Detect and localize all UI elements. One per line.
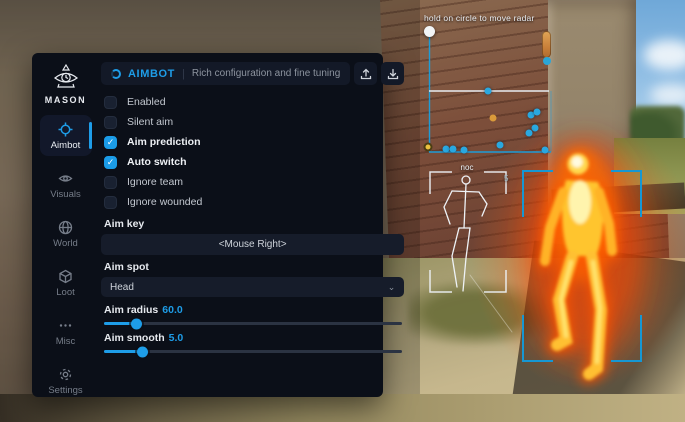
aim-smooth-value: 5.0 [169,332,184,344]
sidebar: MASON Aimbot Visuals [32,53,99,397]
sidebar-item-label: Misc [56,336,76,347]
sidebar-item-misc[interactable]: Misc [40,311,92,352]
radar-move-handle[interactable] [424,26,435,37]
sidebar-item-label: World [53,238,78,249]
checkbox-ignore-team[interactable]: ✓ Ignore team [104,172,404,192]
sidebar-item-label: Settings [48,385,82,396]
header-row: AIMBOT | Rich configuration and fine tun… [101,62,404,85]
checkbox-box[interactable]: ✓ [104,156,117,169]
checkbox-label: Ignore wounded [127,196,202,208]
aim-smooth-slider-handle[interactable] [137,346,148,357]
game-screen: hold on circle to move radar noc 5 MASON [0,0,685,422]
cheat-menu-panel: MASON Aimbot Visuals [32,53,383,397]
import-config-button[interactable] [381,62,404,85]
checkbox-box[interactable]: ✓ [104,196,117,209]
sidebar-item-visuals[interactable]: Visuals [40,164,92,205]
sidebar-item-settings[interactable]: Settings [40,360,92,401]
eye-icon [58,171,73,186]
slider-label-text: Aim radius [104,304,158,316]
brand-name: MASON [45,95,87,105]
sidebar-item-aimbot[interactable]: Aimbot [40,115,92,156]
aim-key-bind-button[interactable]: <Mouse Right> [101,234,404,255]
aim-radius-slider-handle[interactable] [131,318,142,329]
aim-radius-value: 60.0 [162,304,182,316]
aim-radius-label: Aim radius 60.0 [104,304,404,316]
main-content: AIMBOT | Rich configuration and fine tun… [99,53,412,397]
ellipsis-icon [58,318,73,333]
checkbox-label: Enabled [127,96,166,108]
gear-icon [58,367,73,382]
player-distance-label: 5 [504,174,508,183]
slider-fill [104,350,143,353]
checkbox-auto-switch[interactable]: ✓ Auto switch [104,152,404,172]
checkbox-enabled[interactable]: ✓ Enabled [104,92,404,112]
player-glow-light [470,130,685,390]
sidebar-item-label: Visuals [50,189,80,200]
aim-smooth-slider[interactable] [104,350,402,353]
checkbox-box[interactable]: ✓ [104,116,117,129]
sidebar-item-world[interactable]: World [40,213,92,254]
upload-icon [360,68,372,80]
crosshair-icon [58,122,73,137]
offscreen-marker-bar [542,31,551,58]
sidebar-item-label: Aimbot [51,140,81,151]
export-config-button[interactable] [354,62,377,85]
slider-label-text: Aim smooth [104,332,165,344]
aim-spot-label: Aim spot [104,261,404,273]
checkbox-box[interactable]: ✓ [104,176,117,189]
checkbox-box[interactable]: ✓ [104,96,117,109]
player-name-label: noc [450,163,484,172]
aim-radius-slider[interactable] [104,322,402,325]
aim-spot-value: Head [110,282,134,293]
sidebar-item-loot[interactable]: Loot [40,262,92,303]
ground-strip [0,394,685,422]
loading-ring-icon [111,69,121,79]
aim-smooth-label: Aim smooth 5.0 [104,332,404,344]
download-icon [387,68,399,80]
slider-fill [104,322,137,325]
chevron-down-icon: ⌄ [388,282,396,293]
box-icon [58,269,73,284]
offscreen-marker-dot [543,57,551,65]
checkbox-silent-aim[interactable]: ✓ Silent aim [104,112,404,132]
header-separator: | [182,68,185,80]
aim-key-label: Aim key [104,218,404,230]
header-bar: AIMBOT | Rich configuration and fine tun… [101,62,350,85]
checkbox-label: Silent aim [127,116,173,128]
checkbox-aim-prediction[interactable]: ✓ Aim prediction [104,132,404,152]
brand: MASON [45,63,87,105]
page-title: AIMBOT [128,68,175,80]
globe-icon [58,220,73,235]
checkbox-ignore-wounded[interactable]: ✓ Ignore wounded [104,192,404,212]
radar-hint-text: hold on circle to move radar [424,13,535,23]
page-subtitle: Rich configuration and fine tuning [192,68,340,79]
checkbox-box[interactable]: ✓ [104,136,117,149]
checkbox-label: Ignore team [127,176,183,188]
sidebar-item-label: Loot [56,287,75,298]
mason-logo-icon [51,63,81,93]
checkbox-label: Auto switch [127,156,187,168]
aim-spot-dropdown[interactable]: Head ⌄ [101,277,404,297]
checkbox-label: Aim prediction [127,136,201,148]
